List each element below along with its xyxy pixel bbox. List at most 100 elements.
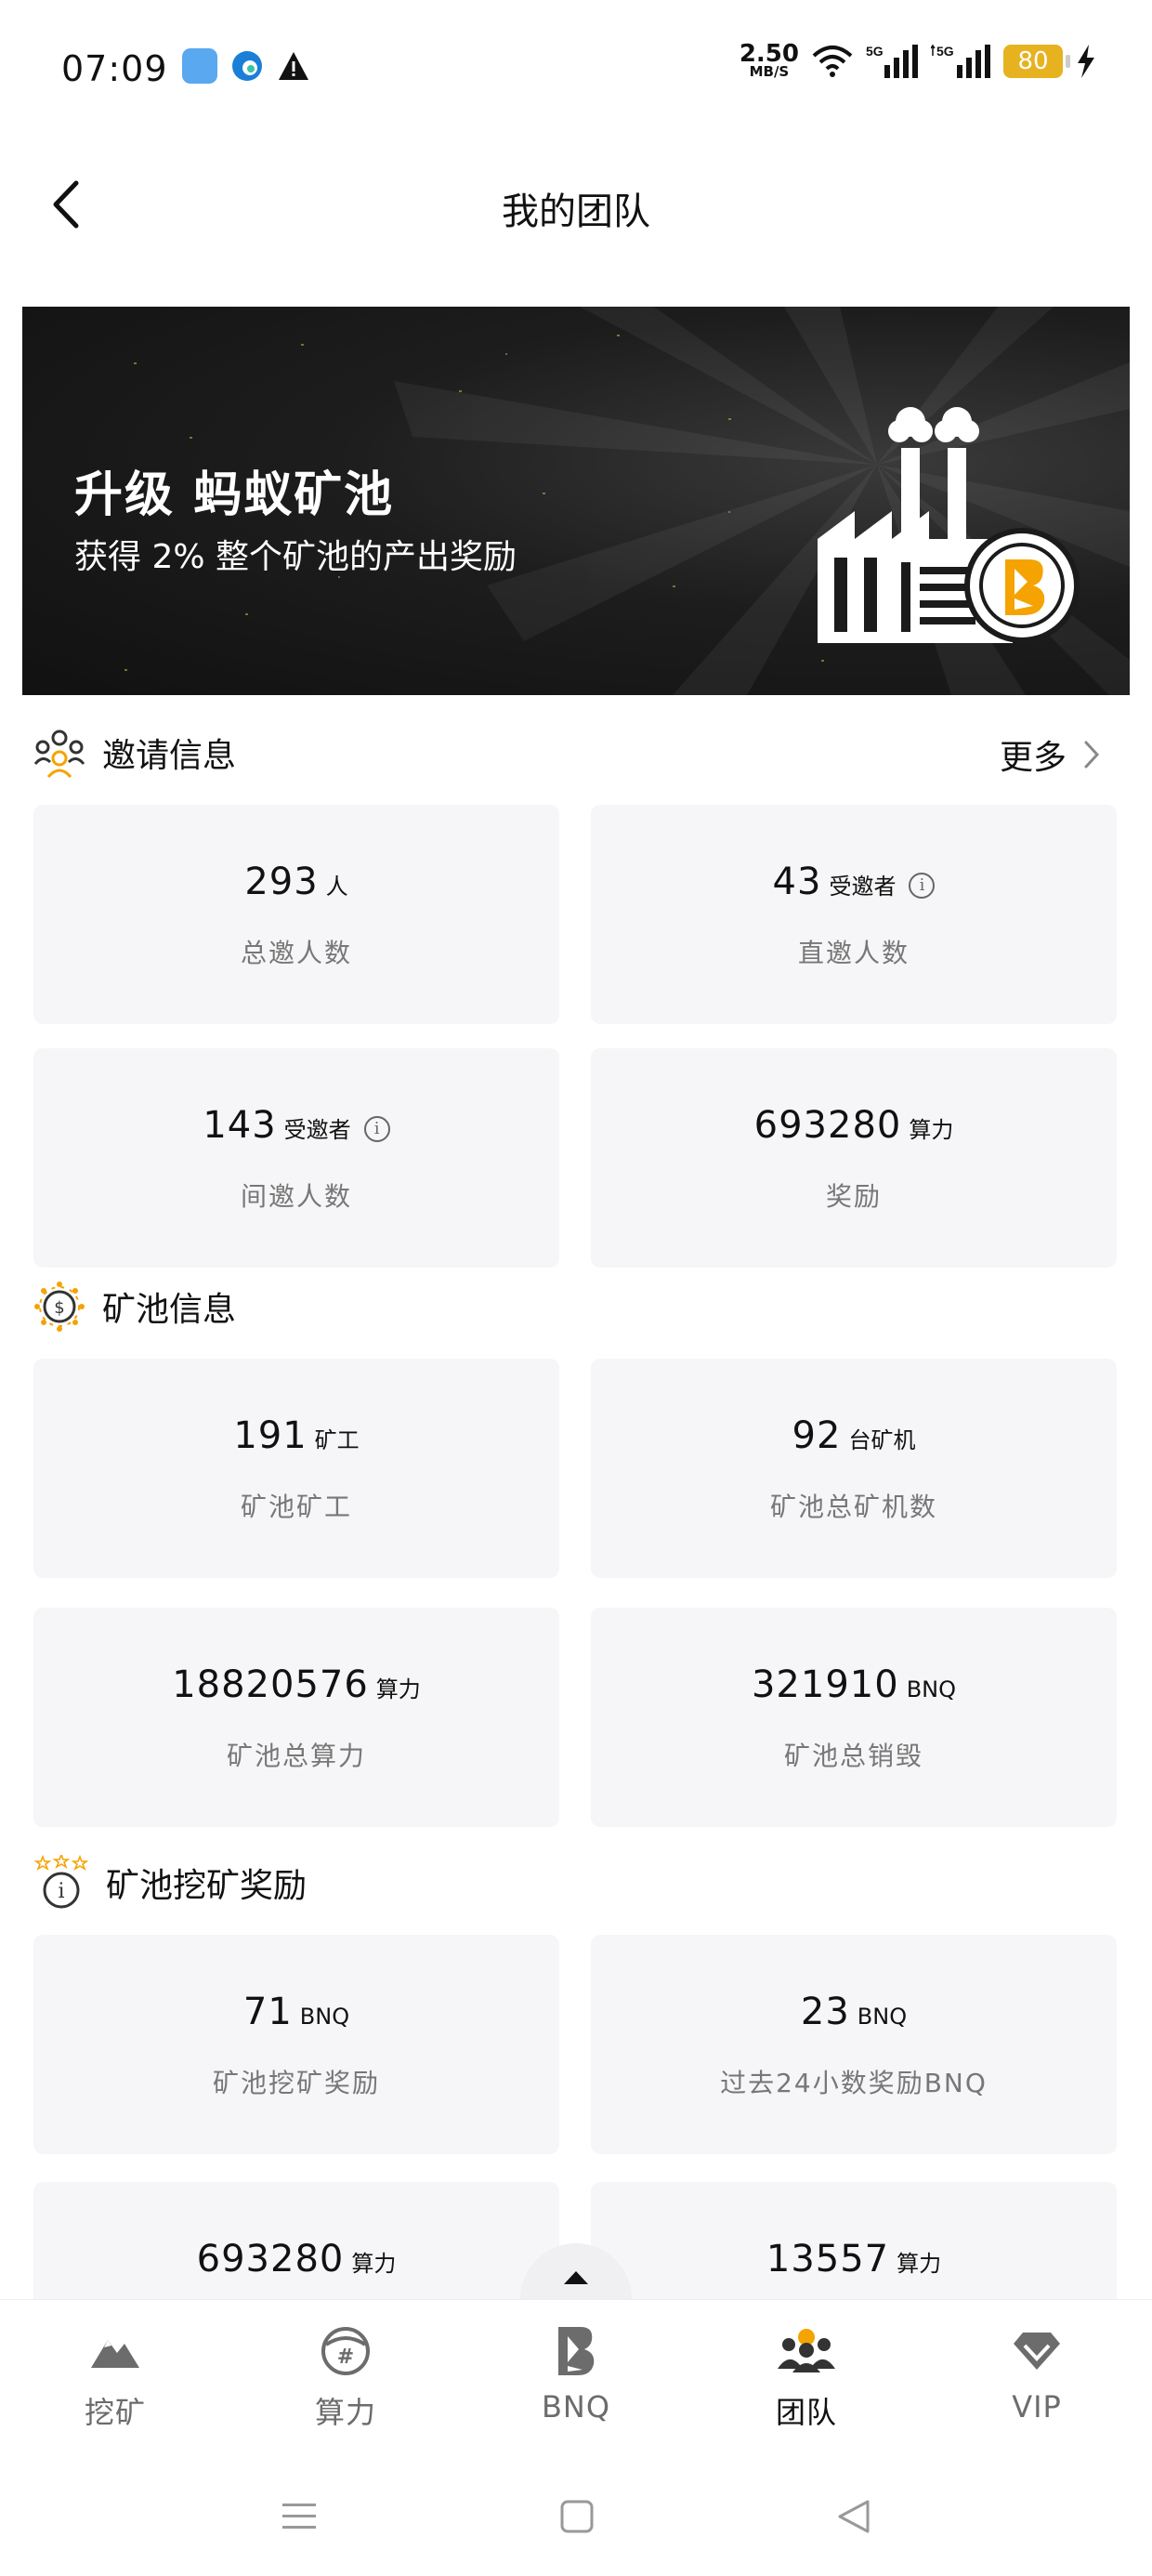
top-app-bar: 我的团队 <box>0 139 1152 269</box>
stat-value: 191 <box>233 1414 308 1457</box>
stat-unit: BNQ <box>857 2004 908 2030</box>
signal-5g-icon: 5G <box>866 44 918 78</box>
invite-reward-card: 693280 算力 奖励 <box>591 1048 1117 1268</box>
back-triangle-icon[interactable] <box>836 2499 871 2534</box>
pool-section-header: $ 矿池信息 <box>33 1281 236 1333</box>
stat-label: 奖励 <box>825 1181 882 1212</box>
tab-mining[interactable]: 挖矿 <box>41 2319 190 2432</box>
svg-text:5G: 5G <box>936 44 954 59</box>
banner-title: 升级 蚂蚁矿池 <box>74 467 395 523</box>
bnq-logo-icon <box>558 2327 595 2375</box>
stat-unit: 受邀者 <box>829 874 897 900</box>
reward-stars-icon: i <box>33 1855 89 1909</box>
tab-hashrate[interactable]: # 算力 <box>271 2319 420 2432</box>
banner-subtitle: 获得 2% 整个矿池的产出奖励 <box>74 538 517 576</box>
team-invite-icon <box>33 729 85 779</box>
svg-text:#: # <box>337 2346 354 2369</box>
stat-unit: 台矿机 <box>848 1427 916 1453</box>
page-title: 我的团队 <box>502 191 650 233</box>
tab-label: 团队 <box>775 2395 837 2430</box>
stat-value: 693280 <box>753 1104 902 1147</box>
mountain-icon <box>91 2340 139 2368</box>
upgrade-pool-banner[interactable]: 升级 蚂蚁矿池 获得 2% 整个矿池的产出奖励 <box>22 307 1130 695</box>
stat-value: 71 <box>242 1991 293 2033</box>
stat-unit: 算力 <box>897 2251 942 2277</box>
more-link[interactable]: 更多 <box>1000 730 1100 779</box>
stat-unit: 算力 <box>909 1117 954 1143</box>
stat-unit: 矿工 <box>314 1427 360 1453</box>
charging-icon <box>1078 45 1094 78</box>
stat-label: 矿池总矿机数 <box>769 1492 937 1522</box>
svg-text:$: $ <box>54 1298 64 1318</box>
svg-text:i: i <box>58 1880 64 1903</box>
stat-value: 293 <box>244 861 319 903</box>
indirect-invites-card: 143 受邀者 i 间邀人数 <box>33 1048 559 1268</box>
stat-value: 143 <box>203 1104 277 1147</box>
chevron-right-icon <box>1084 741 1100 769</box>
stat-value: 13557 <box>766 2238 890 2280</box>
reward-section-title: 矿池挖矿奖励 <box>106 1867 308 1905</box>
stat-value: 92 <box>792 1414 842 1457</box>
bottom-tab-bar: 挖矿 # 算力 BNQ 团队 VIP <box>0 2299 1152 2458</box>
info-icon[interactable]: i <box>363 1116 390 1142</box>
direct-invites-card: 43 受邀者 i 直邀人数 <box>591 805 1117 1024</box>
stat-value: 43 <box>772 861 822 903</box>
battery-indicator: 80 <box>1003 45 1070 78</box>
pool-machines-card: 92 台矿机 矿池总矿机数 <box>591 1359 1117 1578</box>
stat-label: 间邀人数 <box>240 1181 352 1212</box>
stat-unit: 算力 <box>351 2251 397 2277</box>
tab-team[interactable]: 团队 <box>732 2319 881 2432</box>
info-icon[interactable]: i <box>909 873 936 899</box>
last-24h-reward-card: 23 BNQ 过去24小数奖励BNQ <box>591 1935 1117 2154</box>
more-label: 更多 <box>999 739 1067 777</box>
pool-miners-card: 191 矿工 矿池矿工 <box>33 1359 559 1578</box>
tab-label: 挖矿 <box>84 2395 146 2430</box>
stat-unit: 算力 <box>375 1676 421 1702</box>
total-invites-card: 293 人 总邀人数 <box>33 805 559 1024</box>
system-status: 2.50 MB/S 5G 5G 80 <box>739 40 1096 80</box>
vip-diamond-icon <box>1014 2333 1060 2370</box>
stat-label: 矿池挖矿奖励 <box>212 2068 380 2098</box>
system-navigation-bar <box>0 2457 1152 2576</box>
tab-bnq[interactable]: BNQ <box>502 2319 650 2425</box>
network-speed: 2.50 MB/S <box>739 40 799 80</box>
hashrate-icon: # <box>321 2327 370 2375</box>
home-icon[interactable] <box>559 2499 595 2534</box>
invite-section-header: 邀请信息 <box>33 727 236 779</box>
tab-label: 算力 <box>314 2395 376 2430</box>
stat-unit: 人 <box>325 874 348 900</box>
invite-section-title: 邀请信息 <box>102 737 237 775</box>
stat-unit: BNQ <box>906 1676 956 1702</box>
stat-unit: BNQ <box>299 2004 350 2030</box>
stat-label: 矿池总销毁 <box>783 1741 923 1771</box>
stat-value: 321910 <box>751 1663 899 1706</box>
stat-value: 18820576 <box>172 1663 369 1706</box>
mining-factory-icon <box>818 407 1080 643</box>
pool-mining-reward-card: 71 BNQ 矿池挖矿奖励 <box>33 1935 559 2154</box>
status-time: 07:09 <box>61 48 168 89</box>
stat-value: 693280 <box>196 2238 345 2280</box>
stat-label: 过去24小数奖励BNQ <box>720 2068 988 2098</box>
svg-text:5G: 5G <box>866 44 884 59</box>
stat-value: 23 <box>800 1991 850 2033</box>
stat-label: 总邀人数 <box>240 938 352 968</box>
stat-label: 矿池矿工 <box>240 1492 352 1522</box>
tab-label: BNQ <box>541 2389 611 2425</box>
pool-burned-card: 321910 BNQ 矿池总销毁 <box>591 1608 1117 1827</box>
team-icon <box>778 2329 835 2372</box>
mining-pool-icon: $ <box>34 1281 85 1332</box>
stat-label: 矿池总算力 <box>226 1741 366 1771</box>
stat-unit: 受邀者 <box>283 1117 351 1143</box>
wifi-icon <box>812 46 853 77</box>
caret-up-icon <box>564 2271 588 2284</box>
stat-label: 直邀人数 <box>797 938 910 968</box>
pool-hashrate-card: 18820576 算力 矿池总算力 <box>33 1608 559 1827</box>
reward-section-header: i 矿池挖矿奖励 <box>33 1855 307 1911</box>
pool-section-title: 矿池信息 <box>102 1291 237 1329</box>
edge-browser-icon <box>232 51 262 81</box>
status-bar: 07:09 2.50 MB/S 5G 5G 80 <box>0 0 1152 139</box>
menu-icon[interactable] <box>281 2500 318 2533</box>
tab-vip[interactable]: VIP <box>962 2319 1111 2425</box>
signal-5g-icon-2: 5G <box>931 44 990 78</box>
warning-icon <box>279 52 308 80</box>
